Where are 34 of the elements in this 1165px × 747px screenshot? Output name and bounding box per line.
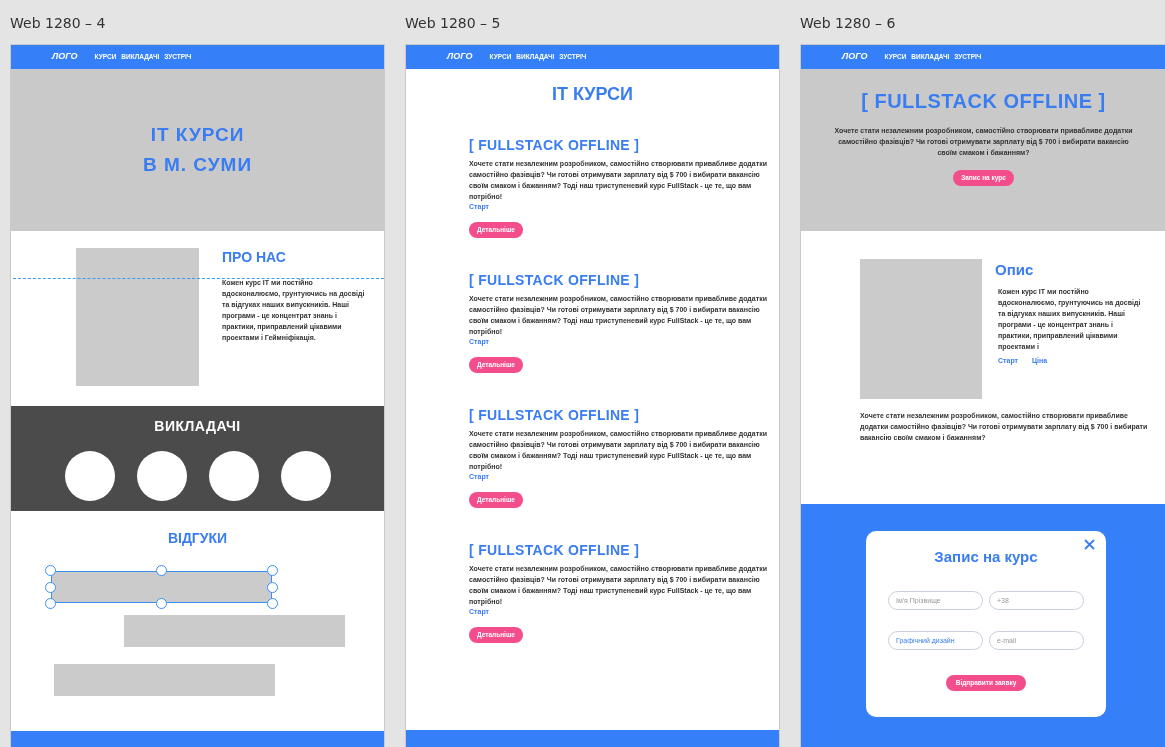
section-title: ВИКЛАДАЧІ — [154, 417, 241, 436]
page-title: IT КУРСИ — [550, 83, 635, 106]
logo: ЛОГО — [447, 50, 473, 64]
close-icon[interactable] — [1084, 539, 1095, 550]
selection-handle[interactable] — [156, 565, 167, 576]
modal-title: Запис на курс — [934, 547, 1038, 567]
selection-handle[interactable] — [45, 565, 56, 576]
section-title: ПРО НАС — [222, 248, 287, 267]
course-title: [ FULLSTACK OFFLINE ] — [469, 136, 641, 155]
hero-title: [ FULLSTACK OFFLINE ] — [861, 89, 1106, 114]
selection-handle[interactable] — [156, 598, 167, 609]
avatar — [280, 451, 331, 501]
selection-handle[interactable] — [267, 581, 278, 593]
selection-frame[interactable] — [45, 565, 278, 609]
selection-handle[interactable] — [45, 581, 56, 593]
artboard-title[interactable]: Web 1280 – 4 — [10, 0, 385, 44]
avatar — [136, 451, 187, 501]
section-title: ВІДГУКИ — [166, 529, 229, 548]
selection-handle[interactable] — [45, 598, 56, 609]
avatar — [208, 451, 259, 501]
course-title: [ FULLSTACK OFFLINE ] — [469, 541, 641, 560]
review-card[interactable] — [51, 571, 272, 603]
section-title: Опис — [995, 260, 1035, 280]
selection-handle[interactable] — [267, 598, 278, 609]
course-title: [ FULLSTACK OFFLINE ] — [469, 406, 641, 425]
artboard-title[interactable]: Web 1280 – 5 — [405, 0, 780, 44]
logo: ЛОГО — [842, 50, 868, 64]
artboard-title[interactable]: Web 1280 – 6 — [800, 0, 1165, 44]
selection-handle[interactable] — [267, 565, 278, 576]
avatar — [64, 451, 115, 501]
hero-title: IT КУРСИ — [150, 123, 245, 147]
logo: ЛОГО — [52, 50, 78, 64]
course-title: [ FULLSTACK OFFLINE ] — [469, 271, 641, 290]
hero-title: В М. СУМИ — [142, 153, 253, 177]
